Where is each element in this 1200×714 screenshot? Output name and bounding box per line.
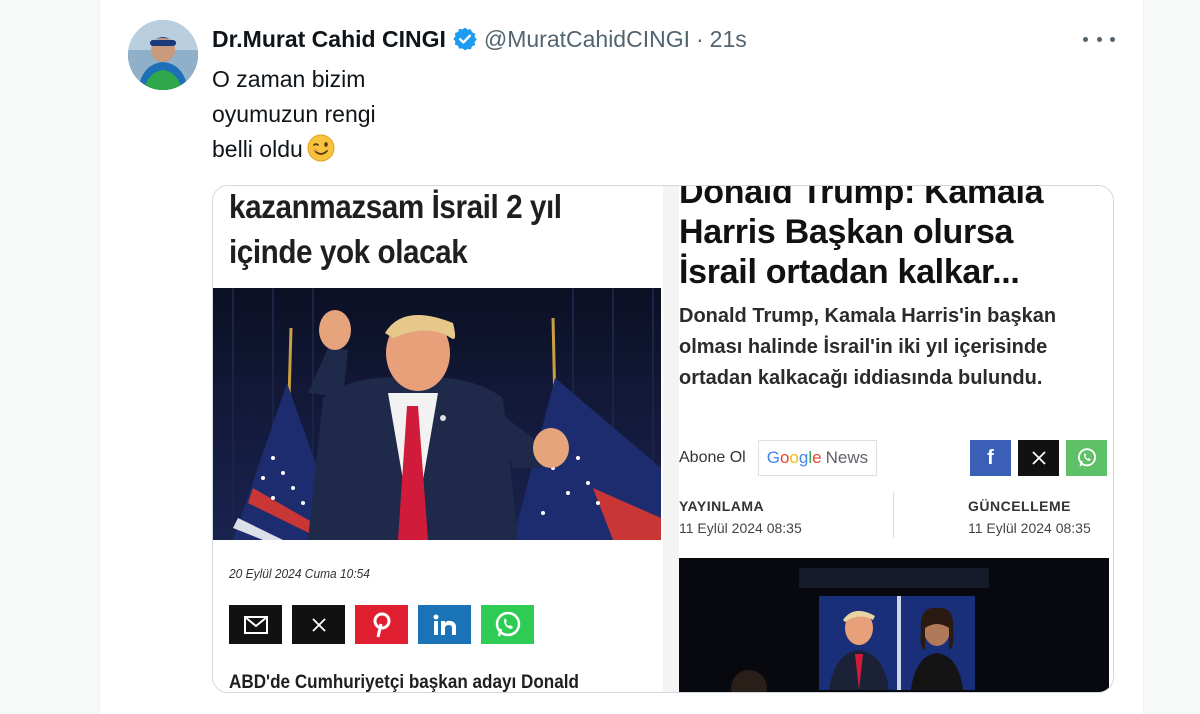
- right-article-summary: Donald Trump, Kamala Harris'in başkan ol…: [679, 305, 1057, 389]
- subscribe-label: Abone Ol: [679, 449, 746, 466]
- google-news-letter: e: [812, 448, 822, 467]
- headline-line: içinde yok olacak: [229, 233, 468, 270]
- display-name[interactable]: Dr.Murat Cahid CINGI: [212, 26, 446, 53]
- left-article-screenshot: kazanmazsam İsrail 2 yıl içinde yok olac…: [213, 186, 663, 693]
- headline-line: Donald Trump: Kamala: [679, 186, 1044, 211]
- left-article-headline: kazanmazsam İsrail 2 yıl içinde yok olac…: [229, 186, 616, 274]
- headline-line: Harris Başkan olursa: [679, 213, 1014, 251]
- left-gutter: [0, 0, 100, 714]
- google-news-letter: g: [798, 448, 809, 467]
- winking-face-emoji-icon: [307, 134, 335, 162]
- tweet-text: O zaman bizim oyumuzun rengi belli oldu: [212, 62, 376, 167]
- trump-rally-photo: [213, 288, 661, 540]
- tweet-text-line: belli oldu: [212, 136, 303, 162]
- right-gutter: [1143, 0, 1200, 714]
- meta-separator: [893, 492, 894, 538]
- media-card[interactable]: kazanmazsam İsrail 2 yıl içinde yok olac…: [212, 185, 1114, 693]
- more-options-icon[interactable]: [1083, 26, 1115, 52]
- google-news-word: News: [825, 448, 869, 467]
- tweet-text-line: O zaman bizim: [212, 66, 366, 92]
- google-news-letter: o: [779, 448, 790, 467]
- left-share-row: [229, 605, 534, 644]
- left-article-lead: ABD'de Cumhuriyetçi başkan adayı Donald: [229, 672, 579, 693]
- subscribe-row: Abone Ol Go o g l e News: [679, 440, 878, 476]
- tweet[interactable]: Dr.Murat Cahid CINGI @MuratCahidCINGI · …: [100, 0, 1143, 714]
- whatsapp-share-icon: [481, 605, 534, 644]
- published-value: 11 Eylül 2024 08:35: [679, 520, 802, 536]
- debate-photo: [679, 558, 1109, 692]
- updated-label: GÜNCELLEME: [968, 498, 1071, 514]
- headline-line: İsrail ortadan kalkar...: [679, 253, 1020, 291]
- facebook-icon: f: [970, 440, 1011, 476]
- google-news-letter: o: [789, 448, 799, 467]
- google-news-badge: Go o g l e News: [757, 440, 878, 476]
- google-news-letter: G: [766, 448, 780, 467]
- tweet-text-line: oyumuzun rengi: [212, 101, 376, 127]
- header-separator: ·: [695, 25, 704, 52]
- published-label: YAYINLAMA: [679, 498, 765, 514]
- updated-meta: GÜNCELLEME 11 Eylül 2024 08:35: [968, 498, 1091, 536]
- media-divider: [663, 186, 679, 692]
- whatsapp-icon: [1066, 440, 1107, 476]
- tweet-header: Dr.Murat Cahid CINGI @MuratCahidCINGI · …: [212, 24, 747, 54]
- avatar[interactable]: [128, 20, 198, 90]
- linkedin-share-icon: [418, 605, 471, 644]
- right-article-headline: Donald Trump: Kamala Harris Başkan olurs…: [679, 186, 1113, 292]
- headline-line: kazanmazsam İsrail 2 yıl: [229, 188, 562, 225]
- published-meta: YAYINLAMA 11 Eylül 2024 08:35: [679, 498, 802, 536]
- right-article-screenshot: Donald Trump: Kamala Harris Başkan olurs…: [679, 186, 1113, 692]
- pinterest-share-icon: [355, 605, 408, 644]
- tweet-time[interactable]: 21s: [710, 26, 747, 53]
- email-share-icon: [229, 605, 282, 644]
- left-article-date: 20 Eylül 2024 Cuma 10:54: [229, 566, 370, 581]
- x-icon: [1018, 440, 1059, 476]
- right-social-row: f: [970, 440, 1107, 476]
- updated-value: 11 Eylül 2024 08:35: [968, 520, 1091, 536]
- user-handle[interactable]: @MuratCahidCINGI: [484, 26, 690, 53]
- x-share-icon: [292, 605, 345, 644]
- verified-badge-icon: [452, 26, 478, 52]
